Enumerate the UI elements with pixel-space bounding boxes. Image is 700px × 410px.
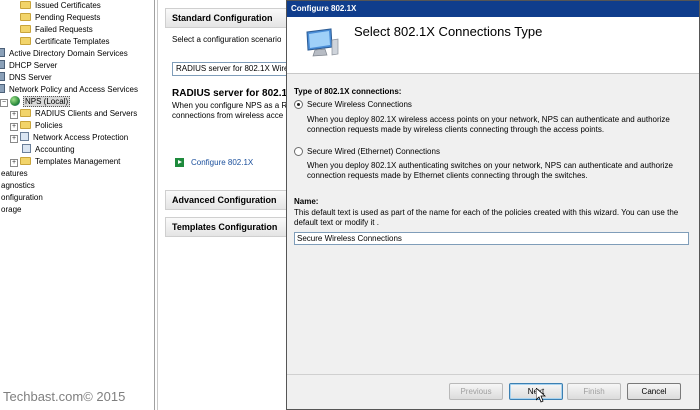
radio-secure-wired-label: Secure Wired (Ethernet) Connections: [307, 147, 440, 156]
policy-name-input[interactable]: Secure Wireless Connections: [294, 232, 689, 245]
radio-secure-wireless-label: Secure Wireless Connections: [307, 100, 412, 109]
collapse-icon[interactable]: −: [0, 99, 8, 107]
expand-icon[interactable]: +: [10, 123, 18, 131]
dialog-body: Type of 802.1X connections: Secure Wirel…: [287, 74, 699, 374]
folder-icon: [20, 37, 31, 45]
expand-icon[interactable]: +: [10, 159, 18, 167]
tree-item-radius-clients[interactable]: + RADIUS Clients and Servers: [10, 108, 138, 120]
console-tree: Issued Certificates Pending Requests Fai…: [0, 0, 155, 410]
expand-icon[interactable]: +: [10, 135, 18, 143]
details-panel: Standard Configuration Select a configur…: [157, 0, 290, 410]
server-icon: [0, 48, 5, 57]
dialog-header: Select 802.1X Connections Type: [287, 17, 699, 74]
tree-item-certificate-templates[interactable]: Certificate Templates: [20, 36, 111, 48]
tree-item-npas[interactable]: Network Policy and Access Services: [0, 84, 139, 96]
tree-item-dhcp[interactable]: DHCP Server: [0, 60, 58, 72]
tree-item-features[interactable]: eatures: [0, 168, 29, 180]
scenario-heading: RADIUS server for 802.1: [172, 88, 288, 99]
tree-item-templates-management[interactable]: + Templates Management: [10, 156, 121, 168]
tree-item-pending-requests[interactable]: Pending Requests: [20, 12, 101, 24]
templates-configuration-header[interactable]: Templates Configuration: [165, 217, 288, 237]
folder-icon: [20, 25, 31, 33]
wireless-description: When you deploy 802.1X wireless access p…: [307, 115, 670, 134]
scenario-select[interactable]: RADIUS server for 802.1X Wire: [172, 62, 290, 76]
dialog-button-bar: Previous Next Finish Cancel: [287, 374, 699, 409]
configure-8021x-link[interactable]: Configure 802.1X: [191, 158, 253, 167]
server-icon: [0, 60, 5, 69]
wired-description: When you deploy 802.1X authenticating sw…: [307, 161, 674, 180]
arrow-right-icon: [175, 158, 184, 167]
tree-item-nap[interactable]: + Network Access Protection: [10, 132, 129, 144]
folder-icon: [20, 13, 31, 21]
tree-item-accounting[interactable]: Accounting: [22, 144, 76, 156]
server-icon: [0, 72, 5, 81]
dialog-header-title: Select 802.1X Connections Type: [354, 24, 543, 39]
scenario-prompt: Select a configuration scenario: [172, 35, 282, 44]
name-label: Name:: [294, 197, 319, 206]
folder-icon: [20, 157, 31, 165]
radio-unselected-icon[interactable]: [294, 147, 303, 156]
tree-item-failed-requests[interactable]: Failed Requests: [20, 24, 94, 36]
advanced-configuration-header[interactable]: Advanced Configuration: [165, 190, 288, 210]
mouse-cursor-icon: [536, 388, 546, 403]
tree-item-dns[interactable]: DNS Server: [0, 72, 53, 84]
radio-secure-wireless[interactable]: Secure Wireless Connections: [294, 100, 412, 109]
scenario-desc-line1: When you configure NPS as a R: [172, 101, 288, 110]
folder-icon: [20, 109, 31, 117]
tree-item-adds[interactable]: Active Directory Domain Services: [0, 48, 129, 60]
name-description: This default text is used as part of the…: [294, 208, 679, 227]
folder-icon: [20, 121, 31, 129]
tree-item-nps-local[interactable]: − NPS (Local): [0, 96, 71, 108]
tree-item-storage[interactable]: orage: [0, 204, 22, 216]
previous-button[interactable]: Previous: [449, 383, 503, 400]
cancel-button[interactable]: Cancel: [627, 383, 681, 400]
shield-icon: [20, 132, 29, 141]
tree-item-policies[interactable]: + Policies: [10, 120, 64, 132]
watermark-text: Techbast.com© 2015: [3, 389, 126, 404]
accounting-icon: [22, 144, 31, 153]
globe-icon: [10, 96, 20, 106]
finish-button[interactable]: Finish: [567, 383, 621, 400]
expand-icon[interactable]: +: [10, 111, 18, 119]
folder-icon: [20, 1, 31, 9]
server-icon: [0, 84, 5, 93]
connection-type-label: Type of 802.1X connections:: [294, 87, 402, 96]
monitor-icon: [306, 28, 339, 57]
tree-item-issued-certificates[interactable]: Issued Certificates: [20, 0, 102, 12]
scenario-desc-line2: connections from wireless acce: [172, 111, 284, 120]
radio-secure-wired[interactable]: Secure Wired (Ethernet) Connections: [294, 147, 440, 156]
radio-selected-icon[interactable]: [294, 100, 303, 109]
tree-item-diagnostics[interactable]: agnostics: [0, 180, 36, 192]
standard-configuration-header[interactable]: Standard Configuration: [165, 8, 288, 28]
dialog-title-bar[interactable]: Configure 802.1X: [287, 1, 699, 17]
configure-8021x-dialog: Configure 802.1X Select 802.1X Connectio…: [286, 0, 700, 410]
tree-item-configuration[interactable]: onfiguration: [0, 192, 44, 204]
